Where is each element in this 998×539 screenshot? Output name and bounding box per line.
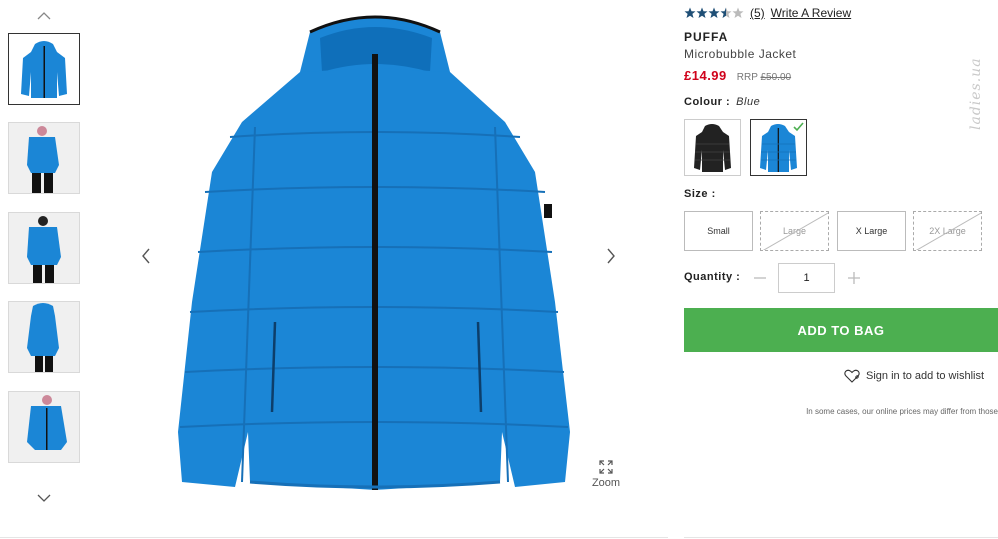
expand-icon bbox=[599, 460, 613, 474]
selected-colour: Blue bbox=[736, 96, 761, 108]
wishlist-label: Sign in to add to wishlist bbox=[866, 370, 985, 382]
main-product-image bbox=[160, 12, 600, 502]
colour-label: Colour : bbox=[684, 96, 731, 108]
wishlist-link[interactable]: Sign in to add to wishlist bbox=[844, 369, 984, 383]
size-option-small[interactable]: Small bbox=[684, 211, 753, 251]
product-brand: PUFFA bbox=[684, 30, 729, 44]
rrp-price: RRP £50.00 bbox=[737, 72, 791, 83]
zoom-button[interactable]: Zoom bbox=[590, 460, 622, 489]
rrp-value: £50.00 bbox=[760, 72, 792, 83]
quantity-increase-button[interactable] bbox=[844, 267, 864, 289]
colour-swatch-blue[interactable] bbox=[750, 119, 807, 176]
review-count-link[interactable]: (5) bbox=[750, 6, 765, 20]
product-name: Microbubble Jacket bbox=[684, 47, 797, 61]
quantity-input[interactable] bbox=[778, 263, 835, 293]
star-icon bbox=[696, 7, 708, 18]
next-image-button[interactable] bbox=[604, 246, 620, 266]
star-icon bbox=[684, 7, 696, 18]
size-option-x-large[interactable]: X Large bbox=[837, 211, 906, 251]
zoom-label: Zoom bbox=[591, 477, 621, 489]
star-icon bbox=[708, 7, 720, 18]
star-empty-icon bbox=[732, 7, 744, 18]
gallery-down-button[interactable] bbox=[34, 490, 54, 506]
current-price: £14.99 bbox=[684, 68, 727, 83]
chevron-right-icon bbox=[607, 248, 615, 264]
add-to-bag-button[interactable]: ADD TO BAG bbox=[684, 308, 998, 352]
price-note: In some cases, our online prices may dif… bbox=[806, 407, 998, 416]
rrp-label: RRP bbox=[736, 72, 758, 83]
size-option-label: 2X Large bbox=[929, 226, 966, 236]
thumbnail-front[interactable] bbox=[8, 33, 80, 105]
size-label: Size : bbox=[684, 188, 716, 200]
watermark: ladies.ua bbox=[968, 57, 984, 130]
previous-image-button[interactable] bbox=[139, 246, 155, 266]
size-option-2x-large-unavailable[interactable]: 2X Large bbox=[913, 211, 982, 251]
minus-icon bbox=[754, 277, 766, 279]
price-row: £14.99 RRP £50.00 bbox=[684, 68, 791, 83]
heart-plus-icon bbox=[844, 369, 860, 383]
plus-icon bbox=[848, 272, 860, 284]
divider bbox=[684, 537, 998, 538]
quantity-label: Quantity : bbox=[684, 271, 741, 283]
thumbnail-model-front[interactable] bbox=[8, 122, 80, 194]
gallery-up-button[interactable] bbox=[34, 8, 54, 24]
quantity-decrease-button[interactable] bbox=[750, 267, 770, 289]
size-option-label: Large bbox=[782, 226, 807, 236]
star-rating bbox=[684, 7, 744, 19]
colour-row: Colour : Blue bbox=[684, 96, 760, 108]
colour-swatch-black[interactable] bbox=[684, 119, 741, 176]
write-review-link[interactable]: Write A Review bbox=[771, 6, 851, 20]
chevron-down-icon bbox=[37, 494, 51, 502]
star-half-icon bbox=[720, 7, 732, 18]
size-option-large-unavailable[interactable]: Large bbox=[760, 211, 829, 251]
chevron-left-icon bbox=[142, 248, 150, 264]
checkmark-icon bbox=[793, 122, 804, 132]
thumbnail-model-hood[interactable] bbox=[8, 301, 80, 373]
thumbnail-model-side[interactable] bbox=[8, 391, 80, 463]
chevron-up-icon bbox=[37, 12, 51, 20]
thumbnail-model-back[interactable] bbox=[8, 212, 80, 284]
rating-row: (5) Write A Review bbox=[684, 6, 851, 20]
divider bbox=[0, 537, 668, 538]
